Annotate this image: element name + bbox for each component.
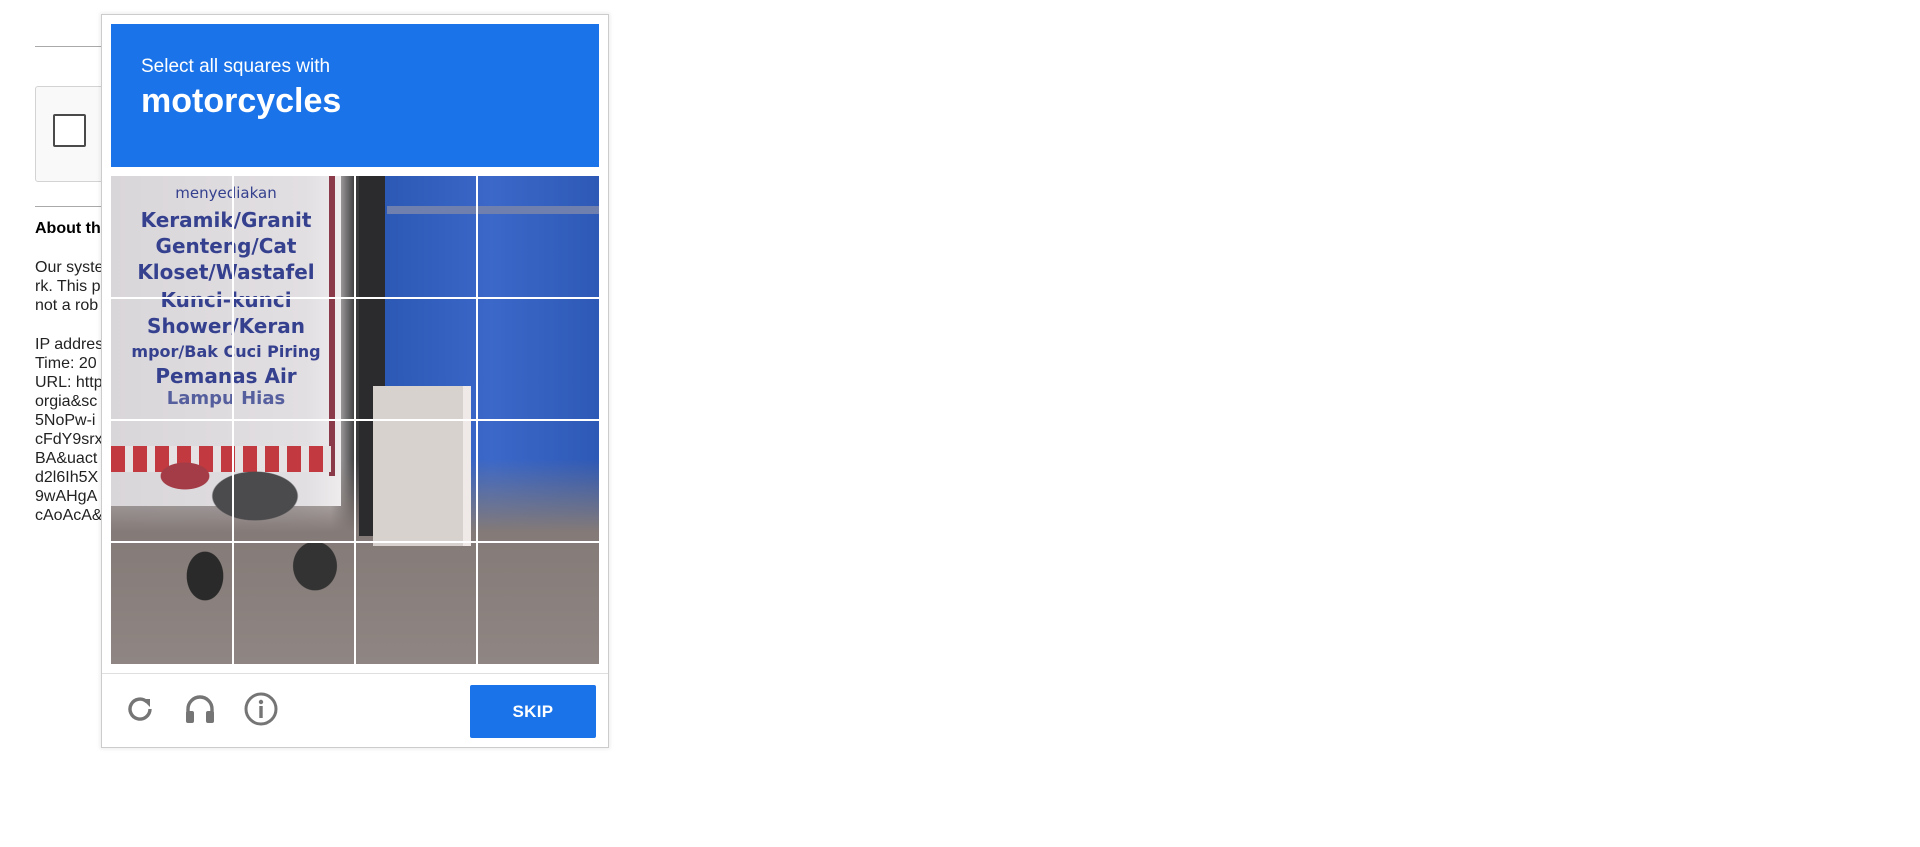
detail-line: cFdY9srx <box>35 431 103 448</box>
challenge-target: motorcycles <box>141 82 342 120</box>
headphones-icon <box>186 695 214 723</box>
paragraph-line: not a rob <box>35 297 99 314</box>
detail-line: URL: http <box>35 374 103 391</box>
grid-tile[interactable] <box>111 420 232 541</box>
grid-tile[interactable] <box>477 420 598 541</box>
paragraph-line: Our syste <box>35 259 104 276</box>
im-not-a-robot-checkbox[interactable] <box>53 114 86 147</box>
challenge-image-grid: menyediakan Keramik/Granit Genteng/Cat K… <box>111 176 599 664</box>
grid-tile[interactable] <box>233 542 354 663</box>
grid-tile[interactable] <box>477 542 598 663</box>
grid-tile[interactable] <box>355 420 476 541</box>
request-details: IP addres Time: 20 URL: http orgia&sc 5N… <box>35 335 103 525</box>
challenge-header: Select all squares with motorcycles <box>111 24 599 167</box>
reload-button[interactable] <box>120 689 160 729</box>
explanation-paragraph: Our syste rk. This p not a rob <box>35 258 103 315</box>
detail-line: Time: 20 <box>35 355 97 372</box>
about-heading: About th <box>35 220 101 237</box>
grid-tile[interactable] <box>355 542 476 663</box>
detail-line: IP addres <box>35 336 104 353</box>
detail-line: 9wAHgA <box>35 488 98 505</box>
grid-tile[interactable] <box>477 298 598 419</box>
detail-line: d2l6Ih5X <box>35 469 99 486</box>
challenge-instruction: Select all squares with <box>141 56 331 77</box>
grid-tile[interactable] <box>111 298 232 419</box>
detail-line: 5NoPw-i <box>35 412 96 429</box>
detail-line: orgia&sc <box>35 393 98 410</box>
reload-icon <box>128 697 152 721</box>
detail-line: BA&uact <box>35 450 98 467</box>
grid-tile[interactable] <box>477 176 598 297</box>
grid-tile[interactable] <box>355 176 476 297</box>
grid-tile[interactable] <box>111 542 232 663</box>
paragraph-line: rk. This p <box>35 278 101 295</box>
recaptcha-challenge-popup: Select all squares with motorcycles meny… <box>101 14 609 748</box>
detail-line: cAoAcA& <box>35 507 103 524</box>
info-icon <box>244 692 278 726</box>
grid-tile[interactable] <box>355 298 476 419</box>
footer-divider <box>102 673 608 674</box>
grid-separator <box>111 541 599 543</box>
grid-tile[interactable] <box>233 298 354 419</box>
grid-separator <box>111 419 599 421</box>
help-button[interactable] <box>241 689 281 729</box>
grid-tile[interactable] <box>111 176 232 297</box>
skip-button[interactable]: SKIP <box>470 685 596 738</box>
grid-tile[interactable] <box>233 420 354 541</box>
grid-tile[interactable] <box>233 176 354 297</box>
grid-separator <box>111 297 599 299</box>
audio-challenge-button[interactable] <box>180 689 220 729</box>
